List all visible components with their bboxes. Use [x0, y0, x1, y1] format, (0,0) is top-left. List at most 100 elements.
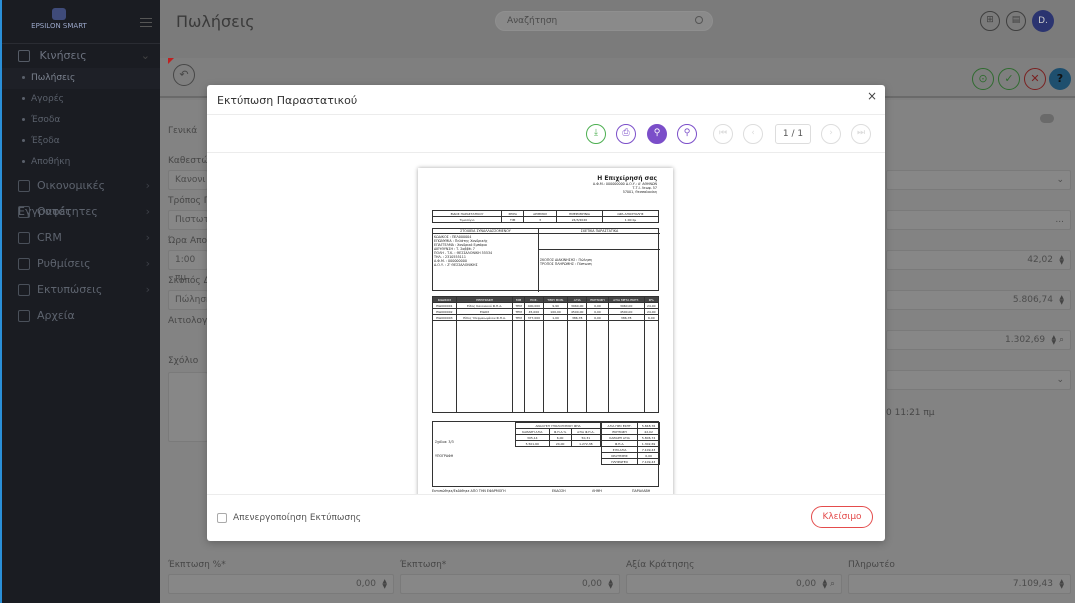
prev-page-icon[interactable]: ‹	[743, 124, 763, 144]
net-value-field[interactable]: 5.806,74 ▲ ▼	[886, 290, 1071, 310]
dispatch-time-label: Ώρα Απο	[168, 236, 208, 246]
toggle-switch[interactable]	[1040, 114, 1054, 123]
download-icon[interactable]: ⤓	[586, 124, 606, 144]
help-button[interactable]: ?	[1049, 68, 1071, 90]
timestamp-text: 0 11:21 πμ	[886, 408, 935, 418]
sidebar-subitem-income[interactable]: Έσοδα	[2, 110, 160, 131]
sidebar-item-crm[interactable]: CRM ›	[2, 225, 160, 251]
status-select[interactable]: Κανονι	[168, 170, 208, 190]
back-button[interactable]: ↶	[173, 64, 195, 86]
modal-header: Εκτύπωση Παραστατικού ×	[207, 85, 885, 115]
notes-text: Σχόλια: 3/3	[435, 440, 454, 444]
section-general-label: Γενικά	[168, 126, 198, 136]
head-value: Τιμολόγιο	[431, 216, 503, 223]
totals-box: Σχόλια: 3/3 ΥΠΟΓΡΑΦΗ ΑΝΑΛΥΣΗ ΥΠΟΛΟΓΙΣΜΟΥ…	[432, 421, 660, 487]
discount-pct-field[interactable]: 0,00 ▲ ▼	[168, 574, 394, 594]
bullet-icon	[22, 139, 25, 142]
brand-logo[interactable]: EPSILON SMART	[24, 8, 94, 38]
more-options[interactable]: ...	[886, 210, 1071, 230]
sidebar-item-prints[interactable]: Εκτυπώσεις ›	[2, 277, 160, 303]
close-button[interactable]: Κλείσιμο	[811, 506, 873, 528]
chevron-right-icon: ›	[145, 205, 150, 218]
sidebar-item-label: Έσοδα	[31, 115, 61, 125]
payment-method-label: Τρόπος Π	[168, 196, 211, 206]
company-header: Η Επιχείρησή σας Α.Φ.Μ.: 000000000 Δ.Ο.Υ…	[593, 176, 657, 195]
table-cell: ΠΛΗΡΩΤΕΟ	[600, 458, 639, 465]
stepper-icon[interactable]: ▲ ▼	[607, 578, 613, 589]
avatar[interactable]: D.	[1032, 10, 1054, 32]
right-select-2[interactable]: ⌄	[886, 370, 1071, 390]
option-button[interactable]: ⊙	[972, 68, 994, 90]
stepper-icon[interactable]: ▲ ▼	[1050, 334, 1056, 345]
discount-value: 42,02	[1027, 255, 1053, 265]
bullet-icon	[22, 97, 25, 100]
head-value: 24/3/2020	[555, 216, 603, 223]
right-select-1[interactable]: ⌄	[886, 170, 1071, 190]
ledger-icon	[18, 180, 30, 192]
chevron-right-icon: ›	[145, 257, 150, 270]
sidebar-item-label: Ρυθμίσεις	[37, 257, 91, 270]
footer-text: ΛΗΨΗ	[592, 489, 602, 493]
sidebar-item-entities[interactable]: Οντότητες ›	[2, 199, 160, 225]
menu-toggle-icon[interactable]	[140, 18, 152, 27]
stepper-icon[interactable]: ▲ ▼	[1058, 294, 1064, 305]
print-modal: Εκτύπωση Παραστατικού × ⤓ ⎙ ⚲ ⚲ ⏮ ‹ 1 / …	[207, 85, 885, 541]
discount-label: Έκπτωση*	[400, 560, 447, 570]
disable-print-checkbox[interactable]	[217, 513, 227, 523]
viewer-toolbar: ⤓ ⎙ ⚲ ⚲ ⏮ ‹ 1 / 1 › ⏭	[207, 115, 885, 153]
sidebar-subitem-sales[interactable]: Πωλήσεις	[2, 68, 160, 89]
gear-icon	[18, 258, 30, 270]
stepper-icon[interactable]: ▲ ▼	[821, 578, 827, 589]
search-icon[interactable]	[695, 16, 703, 24]
table-cell	[432, 320, 457, 413]
pdf-viewer[interactable]: Η Επιχείρησή σας Α.Φ.Μ.: 000000000 Δ.Ο.Υ…	[207, 154, 885, 494]
close-icon[interactable]: ×	[867, 89, 877, 103]
users-icon	[18, 206, 30, 218]
payment-method-select[interactable]: Πιστωτ	[168, 210, 209, 230]
search-icon[interactable]: ⌕	[830, 579, 835, 589]
print-icon[interactable]: ⎙	[616, 124, 636, 144]
cancel-button[interactable]: ✕	[1024, 68, 1046, 90]
withholding-field[interactable]: 0,00 ▲ ▼ ⌕	[626, 574, 842, 594]
sidebar-item-settings[interactable]: Ρυθμίσεις ›	[2, 251, 160, 277]
footer-text: ΠΑΡΑΛΑΒΗ	[632, 489, 651, 493]
footer-text: Εκτυπώθηκε/Εκδόθηκε ΑΠΟ ΤΗΝ ΕΦΑΡΜΟΓΗ	[432, 489, 506, 493]
table-cell: 1.272,38	[570, 440, 602, 447]
discount-field[interactable]: 0,00 ▲ ▼	[400, 574, 620, 594]
sidebar-item-financial-entries[interactable]: Οικονομικές Εγγραφές ›	[2, 173, 160, 218]
sidebar-subitem-purchases[interactable]: Αγορές	[2, 89, 160, 110]
vat-value-field[interactable]: 1.302,69 ▲ ▼ ⌕	[886, 330, 1071, 350]
sidebar-item-files[interactable]: Αρχεία	[2, 303, 160, 329]
calendar-icon[interactable]: ▤	[1006, 11, 1026, 31]
search-input[interactable]: Αναζήτηση	[495, 11, 713, 31]
grid-icon[interactable]: ⊞	[980, 11, 1000, 31]
app-root: EPSILON SMART Κινήσεις ⌄ Πωλήσεις Αγορές…	[0, 0, 1075, 603]
save-button[interactable]: ✓	[998, 68, 1020, 90]
sidebar-item-label: Πωλήσεις	[31, 73, 76, 83]
vat-table: ΑΝΑΛΥΣΗ ΥΠΟΛΟΓΙΣΜΟΥ ΦΠΑ ΚΑΘΑΡΗ ΑΞΙΑ Φ.Π.Α…	[515, 422, 602, 447]
stepper-icon[interactable]: ▲ ▼	[381, 578, 387, 589]
search-icon[interactable]: ⌕	[1059, 335, 1064, 345]
zoom-in-icon[interactable]: ⚲	[647, 124, 667, 144]
sidebar-item-movements[interactable]: Κινήσεις ⌄	[2, 44, 160, 68]
chevron-right-icon: ›	[145, 179, 150, 192]
sidebar: EPSILON SMART Κινήσεις ⌄ Πωλήσεις Αγορές…	[0, 0, 160, 603]
page-indicator[interactable]: 1 / 1	[775, 124, 811, 144]
sidebar-item-label: Εκτυπώσεις	[37, 283, 103, 296]
last-page-icon[interactable]: ⏭	[851, 124, 871, 144]
zoom-out-icon[interactable]: ⚲	[677, 124, 697, 144]
first-page-icon[interactable]: ⏮	[713, 124, 733, 144]
withholding-amount: 0,00	[796, 579, 817, 589]
comment-textarea[interactable]	[168, 372, 208, 442]
sidebar-subitem-expenses[interactable]: Έξοδα	[2, 131, 160, 152]
purpose-select[interactable]: Πώληση	[168, 290, 212, 310]
next-page-icon[interactable]: ›	[821, 124, 841, 144]
dispatch-time-input[interactable]: 1:00 πμ	[168, 250, 208, 283]
stepper-icon[interactable]: ▲ ▼	[1058, 578, 1064, 589]
sidebar-subitem-warehouse[interactable]: Αποθήκη	[2, 152, 160, 173]
related-title: ΣΧΕΤΙΚΑ ΠΑΡΑΣΤΑΤΙΚΑ	[539, 229, 660, 234]
discount-value-field[interactable]: 42,02 ▲ ▼	[886, 250, 1071, 270]
stepper-icon[interactable]: ▲ ▼	[1058, 254, 1064, 265]
page-title: Πωλήσεις	[176, 12, 255, 31]
payable-field[interactable]: 7.109,43 ▲ ▼	[848, 574, 1071, 594]
